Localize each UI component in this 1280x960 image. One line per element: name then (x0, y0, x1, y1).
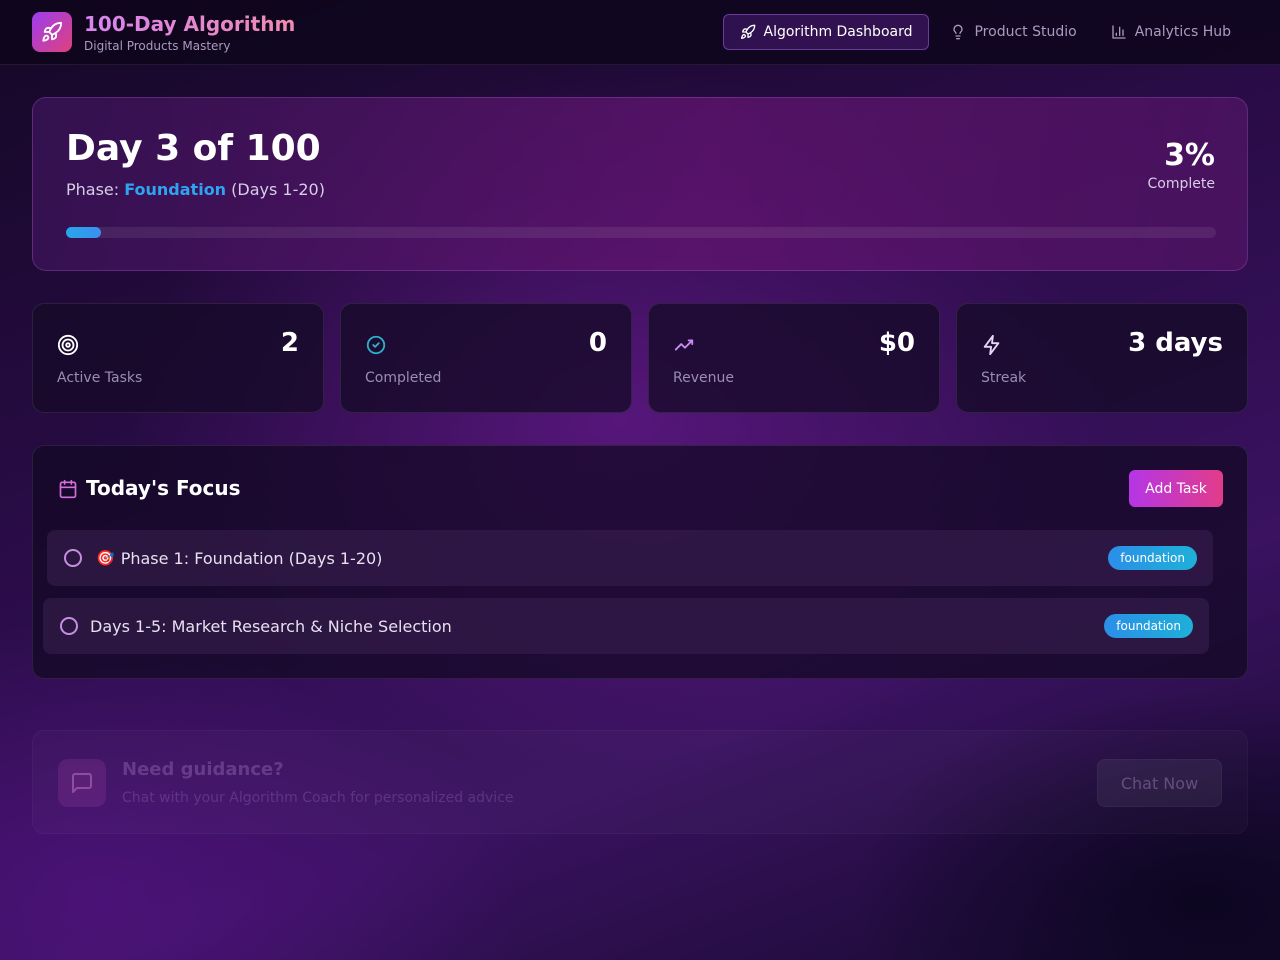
task-text: Days 1-5: Market Research & Niche Select… (90, 616, 452, 636)
stat-value: $0 (878, 328, 915, 358)
guidance-subtitle: Chat with your Algorithm Coach for perso… (122, 790, 514, 806)
task-row[interactable]: 🎯 Phase 1: Foundation (Days 1-20) founda… (47, 530, 1213, 586)
check-circle-icon (366, 335, 386, 355)
app-header: 100-Day Algorithm Digital Products Maste… (0, 0, 1280, 65)
day-title: Day 3 of 100 (66, 128, 321, 169)
phase-prefix: Phase: (66, 180, 125, 199)
lightning-icon (983, 334, 1000, 356)
target-emoji-icon: 🎯 (96, 549, 115, 567)
target-icon (57, 334, 79, 356)
task-checkbox[interactable] (64, 549, 82, 567)
nav-analytics-hub[interactable]: Analytics Hub (1094, 14, 1248, 50)
stat-streak: 3 days Streak (956, 303, 1248, 413)
progress-bar-fill (66, 227, 101, 238)
nav-label: Product Studio (974, 24, 1077, 40)
chat-icon (72, 773, 92, 793)
chat-icon-box (58, 759, 106, 807)
phase-line: Phase: Foundation (Days 1-20) (66, 180, 325, 199)
trending-up-icon (674, 339, 694, 351)
focus-title: Today's Focus (86, 476, 241, 500)
nav-product-studio[interactable]: Product Studio (933, 14, 1093, 50)
lightbulb-icon (953, 24, 964, 40)
bar-chart-icon (1112, 25, 1126, 39)
task-badge: foundation (1104, 614, 1193, 638)
stat-revenue: $0 Revenue (648, 303, 940, 413)
nav-label: Algorithm Dashboard (763, 24, 913, 40)
brand-title: 100-Day Algorithm (84, 12, 296, 36)
task-row[interactable]: Days 1-5: Market Research & Niche Select… (43, 598, 1209, 654)
percent-value: 3% (1164, 138, 1215, 173)
add-task-button[interactable]: Add Task (1129, 470, 1223, 507)
nav-algorithm-dashboard[interactable]: Algorithm Dashboard (722, 14, 930, 50)
brand-subtitle: Digital Products Mastery (84, 39, 231, 53)
rocket-icon (740, 24, 755, 39)
task-checkbox[interactable] (60, 617, 78, 635)
stat-completed: 0 Completed (340, 303, 632, 413)
rocket-icon (42, 21, 63, 42)
progress-bar (66, 227, 1216, 238)
guidance-card: Need guidance? Chat with your Algorithm … (32, 730, 1248, 834)
phase-name: Foundation (124, 180, 227, 199)
stat-value: 0 (588, 328, 607, 358)
percent-label: Complete (1147, 176, 1215, 192)
stats-row: 2 Active Tasks 0 Completed $0 Revenue 3 … (32, 303, 1248, 413)
progress-card: Day 3 of 100 Phase: Foundation (Days 1-2… (32, 97, 1248, 271)
task-badge: foundation (1108, 546, 1197, 570)
stat-label: Streak (981, 370, 1027, 386)
nav-label: Analytics Hub (1134, 24, 1231, 40)
chat-now-button[interactable]: Chat Now (1097, 759, 1222, 807)
main-nav: Algorithm Dashboard Product Studio Analy… (722, 14, 1248, 50)
todays-focus-panel: Today's Focus Add Task 🎯 Phase 1: Founda… (32, 445, 1248, 679)
calendar-icon (59, 479, 77, 499)
phase-range: (Days 1-20) (226, 180, 325, 199)
stat-label: Revenue (673, 370, 734, 386)
stat-value: 3 days (1128, 328, 1223, 358)
guidance-title: Need guidance? (122, 759, 284, 780)
task-text: Phase 1: Foundation (Days 1-20) (120, 548, 383, 568)
stat-active-tasks: 2 Active Tasks (32, 303, 324, 413)
stat-label: Completed (365, 370, 442, 386)
stat-value: 2 (280, 328, 299, 358)
app-logo (32, 12, 72, 52)
stat-label: Active Tasks (57, 370, 143, 386)
